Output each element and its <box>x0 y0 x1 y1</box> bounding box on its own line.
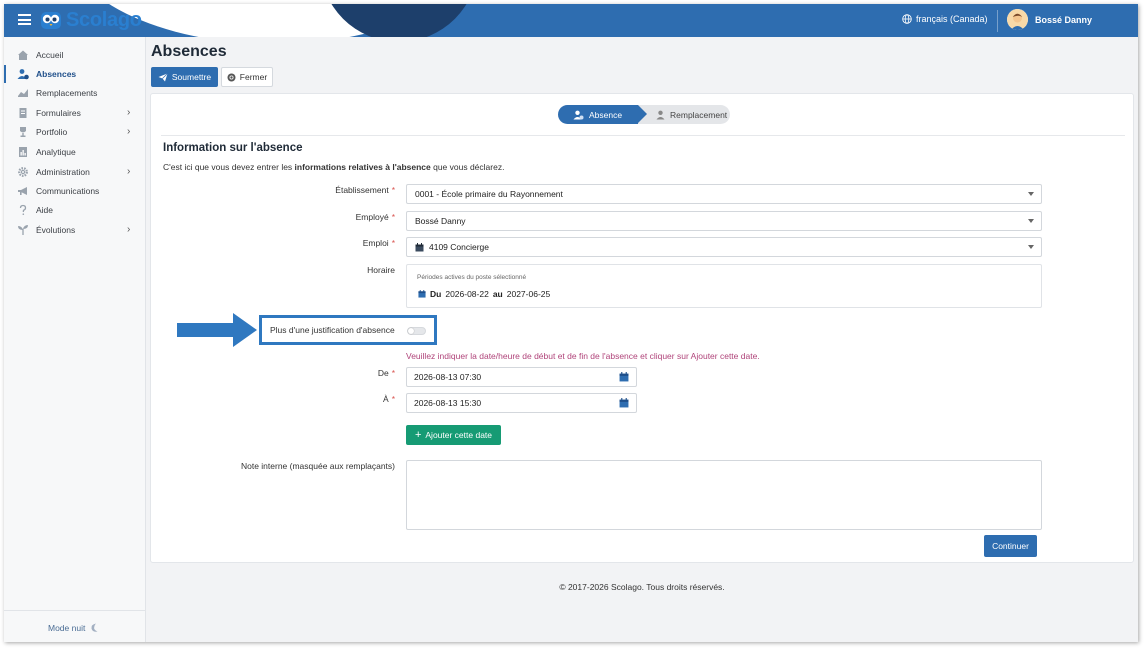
replacement-icon <box>18 89 28 97</box>
emploi-select[interactable]: 4109 Concierge <box>406 237 1042 257</box>
brand-name: Scolago <box>66 9 142 31</box>
de-datetime-input[interactable]: 2026-08-13 07:30 <box>406 367 637 387</box>
owl-logo-icon <box>41 12 61 29</box>
submit-button[interactable]: Soumettre <box>151 67 218 87</box>
note-label: Note interne (masquée aux remplaçants) <box>240 461 395 471</box>
sidebar-item-formulaires[interactable]: Formulaires › <box>4 104 146 122</box>
note-textarea[interactable] <box>406 460 1042 530</box>
horaire-label: Horaire <box>367 265 395 275</box>
multi-justification-toggle[interactable] <box>407 327 426 335</box>
sidebar-item-administration[interactable]: Administration › <box>4 163 146 181</box>
step-remplacement[interactable]: Remplacement <box>638 105 730 124</box>
wizard-steps: Absence Remplacement <box>558 105 730 124</box>
globe-icon <box>902 14 912 24</box>
etablissement-select[interactable]: 0001 - École primaire du Rayonnement <box>406 184 1042 204</box>
chevron-right-icon: › <box>127 107 131 118</box>
calendar-icon <box>415 242 424 251</box>
analytics-icon <box>19 147 27 157</box>
chevron-right-icon: › <box>127 224 131 235</box>
trophy-icon <box>20 127 26 137</box>
paper-plane-icon <box>158 72 168 81</box>
moon-icon <box>91 623 98 632</box>
person-absence-icon <box>17 69 29 80</box>
menu-toggle-icon[interactable] <box>18 14 31 25</box>
language-label: français (Canada) <box>916 14 988 24</box>
employe-label: Employé * <box>355 212 395 222</box>
absence-form-card: Absence Remplacement Information sur l'a… <box>150 93 1134 563</box>
app-window: Scolago français (Canada) Bossé Danny Ac… <box>4 4 1138 642</box>
sidebar-item-communications[interactable]: Communications <box>4 182 146 200</box>
user-avatar-icon <box>1007 9 1028 30</box>
close-circle-icon <box>227 73 236 81</box>
section-title: Information sur l'absence <box>163 142 303 154</box>
close-button[interactable]: Fermer <box>221 67 273 87</box>
megaphone-icon <box>18 187 27 195</box>
sidebar-item-accueil[interactable]: Accueil <box>4 46 146 64</box>
chevron-down-icon <box>1028 245 1034 249</box>
multi-justification-callout: Plus d'une justification d'absence <box>259 315 437 345</box>
arrow-right-icon <box>177 313 257 347</box>
night-mode-toggle[interactable]: Mode nuit <box>48 623 99 633</box>
user-menu[interactable]: Bossé Danny <box>1007 9 1092 30</box>
etablissement-label: Établissement * <box>335 185 395 195</box>
sidebar-footer: Mode nuit <box>4 610 146 642</box>
chevron-right-icon: › <box>127 126 131 137</box>
sidebar-item-evolutions[interactable]: Évolutions › <box>4 221 146 239</box>
avatar <box>1007 9 1028 30</box>
plant-icon <box>18 225 28 235</box>
de-label: De * <box>377 368 395 378</box>
horaire-subtitle: Périodes actives du poste sélectionné <box>417 274 527 281</box>
horaire-box: Périodes actives du poste sélectionné Du… <box>406 264 1042 308</box>
employe-select[interactable]: Bossé Danny <box>406 211 1042 231</box>
calendar-icon <box>418 290 426 298</box>
sidebar-item-analytique[interactable]: Analytique <box>4 143 146 161</box>
step-absence[interactable]: Absence <box>558 105 647 124</box>
question-icon <box>19 204 27 215</box>
person-absence-icon <box>573 110 584 119</box>
date-hint: Veuillez indiquer la date/heure de début… <box>406 351 760 361</box>
horaire-period: Du 2026-08-22 au 2027-06-25 <box>418 289 550 299</box>
section-description: C'est ici que vous devez entrer les info… <box>163 162 505 172</box>
calendar-icon[interactable] <box>619 398 629 408</box>
sidebar: Accueil Absences Remplacements Formulair… <box>4 37 146 642</box>
a-datetime-input[interactable]: 2026-08-13 15:30 <box>406 393 637 413</box>
a-label: À * <box>383 394 395 404</box>
sidebar-item-absences[interactable]: Absences <box>4 65 146 83</box>
chevron-down-icon <box>1028 219 1034 223</box>
calendar-icon[interactable] <box>619 372 629 382</box>
scolago-logo[interactable]: Scolago <box>38 6 142 36</box>
home-icon <box>18 50 28 60</box>
chevron-right-icon: › <box>127 166 131 177</box>
language-selector[interactable]: français (Canada) <box>902 14 988 24</box>
user-name: Bossé Danny <box>1035 14 1093 25</box>
person-icon <box>656 110 665 119</box>
footer-copyright: © 2017-2026 Scolago. Tous droits réservé… <box>559 582 725 592</box>
sidebar-item-aide[interactable]: Aide <box>4 201 146 219</box>
sidebar-item-portfolio[interactable]: Portfolio › <box>4 123 146 141</box>
emploi-label: Emploi * <box>362 238 395 248</box>
chevron-down-icon <box>1028 192 1034 196</box>
document-icon <box>19 108 27 118</box>
add-date-button[interactable]: + Ajouter cette date <box>406 425 501 445</box>
page-title: Absences <box>151 43 227 60</box>
top-bar: Scolago français (Canada) Bossé Danny <box>4 4 1138 37</box>
plus-icon: + <box>414 428 422 441</box>
multi-justification-label: Plus d'une justification d'absence <box>270 325 395 335</box>
divider <box>161 135 1125 136</box>
gear-icon <box>18 167 28 177</box>
continue-button[interactable]: Continuer <box>984 535 1037 557</box>
sidebar-item-remplacements[interactable]: Remplacements <box>4 84 146 102</box>
